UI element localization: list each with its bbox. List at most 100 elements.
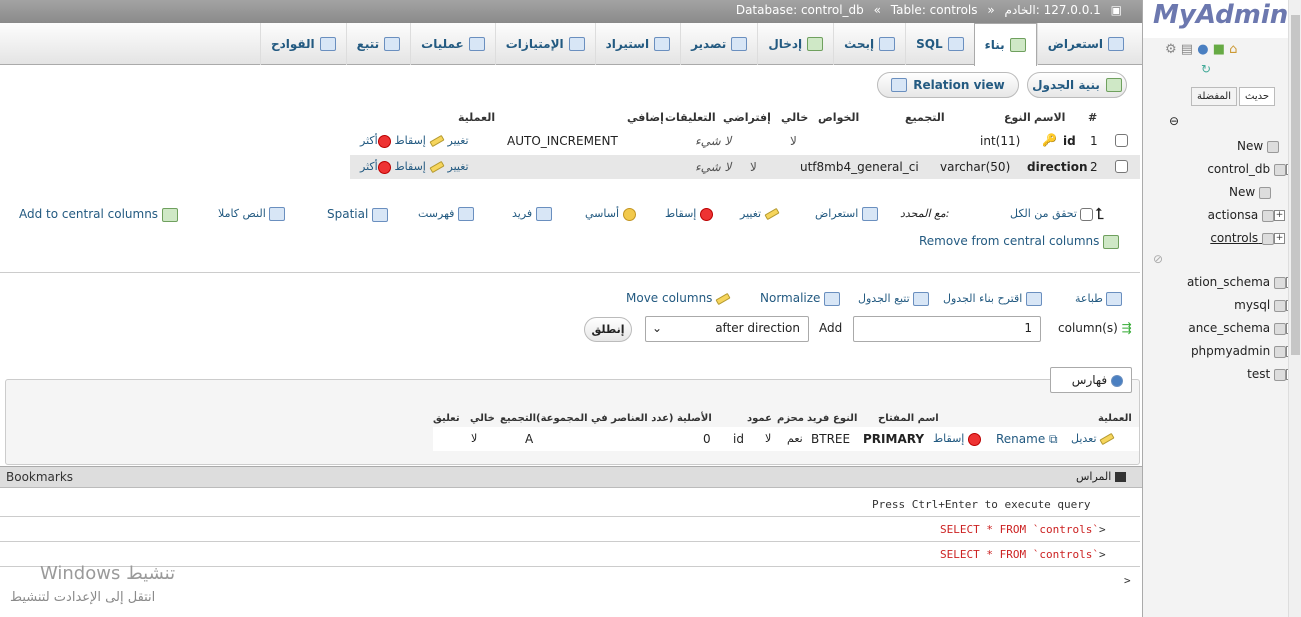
tab-export[interactable]: تصدير <box>680 22 757 65</box>
add-column-icon: ⇶ <box>1121 321 1132 335</box>
column-count-input[interactable]: 1 <box>853 316 1041 342</box>
drop-index-link[interactable]: إسقاط <box>933 427 981 451</box>
arrow-up-left-icon: ⮤ <box>1095 204 1105 223</box>
change-link[interactable]: تغيير <box>429 155 469 179</box>
console-query[interactable]: SELECT * FROM `controls`> <box>940 548 1106 561</box>
bookmarks-tab[interactable]: Bookmarks <box>6 470 73 484</box>
column-name-link[interactable]: direction <box>1027 155 1088 179</box>
console-query[interactable]: SELECT * FROM `controls`> <box>940 523 1106 536</box>
tab-triggers[interactable]: القوادح <box>259 22 346 65</box>
phpmyadmin-logo[interactable]: MyAdmin <box>1153 0 1288 30</box>
move-columns-link[interactable]: Move columns <box>626 291 731 305</box>
edit-index-link[interactable]: تعديل <box>1071 427 1115 451</box>
collapse-all-icon[interactable]: ⊖ <box>1169 114 1179 128</box>
bulk-index-button[interactable]: فهرست <box>418 207 474 221</box>
propose-structure-link[interactable]: اقترح بناء الجدول <box>943 292 1042 306</box>
rename-index-link[interactable]: Rename ⧉ <box>996 427 1058 451</box>
table-row: 1 id 🔑 int(11) لا لا شيء AUTO_INCREMENT … <box>350 129 1140 153</box>
check-all-checkbox[interactable] <box>1080 207 1094 221</box>
track-table-link[interactable]: تتبع الجدول <box>858 292 930 306</box>
table-icon <box>1262 209 1274 222</box>
go-button[interactable]: إنطلق <box>584 317 632 342</box>
central-columns-icon <box>161 207 178 222</box>
tab-privileges[interactable]: الإمتيازات <box>494 22 595 65</box>
col-header-action: العملية <box>458 111 496 124</box>
breadcrumb-table[interactable]: Table: controls <box>891 3 978 17</box>
expand-icon[interactable]: + <box>1274 233 1285 244</box>
tree-item-new[interactable]: New <box>1229 185 1271 199</box>
tree-item-control_db[interactable]: control_db − <box>1207 162 1297 176</box>
breadcrumb-server[interactable]: 127.0.0.1 :الخادم <box>1005 3 1101 17</box>
more-link[interactable]: أكثر <box>360 155 378 179</box>
tree-item-new[interactable]: New <box>1237 139 1279 153</box>
tab-tracking[interactable]: تتبع <box>345 22 411 65</box>
tab-structure[interactable]: بناء <box>973 22 1037 66</box>
settings-icon[interactable]: ⚙ <box>1165 42 1177 57</box>
tab-import[interactable]: استيراد <box>594 22 680 65</box>
unique-icon <box>535 207 552 221</box>
more-link[interactable]: أكثر <box>360 129 378 153</box>
docs-icon[interactable]: ▤ <box>1181 42 1193 57</box>
console-input[interactable]: > <box>1124 574 1131 587</box>
remove-central-columns-button[interactable]: Remove from central columns <box>919 234 1120 249</box>
tab-sql[interactable]: SQL <box>905 22 974 65</box>
home-icon[interactable]: ⌂ <box>1229 42 1237 57</box>
scrollbar-thumb[interactable] <box>1291 15 1300 355</box>
console-toggle[interactable]: المراس <box>1076 470 1126 483</box>
print-link[interactable]: طباعة <box>1075 292 1123 306</box>
console-bar <box>0 466 1142 488</box>
bulk-primary-button[interactable]: أساسي <box>585 207 636 221</box>
pencil-icon <box>429 160 445 174</box>
bulk-unique-button[interactable]: فريد <box>512 207 552 221</box>
bulk-change-button[interactable]: تغيير <box>740 207 780 221</box>
column-name-link[interactable]: id <box>1063 129 1076 153</box>
check-all[interactable]: تحقق من الكل <box>1010 207 1094 221</box>
tab-recent[interactable]: حديث <box>1239 87 1276 106</box>
reload-icon[interactable]: ↻ <box>1201 62 1211 76</box>
bulk-browse-button[interactable]: استعراض <box>815 207 878 221</box>
tab-browse[interactable]: استعراض <box>1036 22 1134 65</box>
tab-operations[interactable]: عمليات <box>410 22 495 65</box>
drop-link[interactable]: إسقاط <box>378 155 426 179</box>
normalize-link[interactable]: Normalize <box>760 291 841 306</box>
breadcrumb-database[interactable]: Database: control_db <box>736 3 864 17</box>
help-icon[interactable]: ● <box>1197 42 1208 57</box>
add-central-columns-button[interactable]: Add to central columns <box>19 207 178 222</box>
bulk-spatial-button[interactable]: Spatial <box>327 207 389 222</box>
privileges-icon <box>568 36 585 51</box>
insert-icon <box>807 36 824 51</box>
row-checkbox[interactable] <box>1115 134 1128 147</box>
col-header-name: الاسم <box>1034 111 1066 124</box>
tab-insert[interactable]: إدخال <box>757 22 833 65</box>
expand-icon[interactable]: + <box>1274 210 1285 221</box>
import-icon <box>654 36 671 51</box>
browse-icon <box>861 207 878 221</box>
nav-icons: ⚙ ▤ ● ■ ⌂ <box>1165 42 1237 57</box>
bulk-fulltext-button[interactable]: النص كاملا <box>218 207 286 221</box>
tree-item-phpmyadmin[interactable]: phpmyadmin + <box>1191 344 1297 358</box>
console-panel: المراس Bookmarks Press Ctrl+Enter to exe… <box>0 466 1142 617</box>
structure-icon <box>1009 37 1026 52</box>
tab-favorites[interactable]: المفضلة <box>1191 87 1238 106</box>
column-position-select[interactable]: ⌄ after direction <box>645 316 809 342</box>
browse-icon <box>1108 36 1124 51</box>
sql-icon[interactable]: ■ <box>1213 42 1225 57</box>
tree-item-performance-schema[interactable]: ance_schema + <box>1188 321 1297 335</box>
tracking-icon <box>384 36 401 51</box>
indexes-legend[interactable]: فهارس <box>1050 367 1132 393</box>
tree-item-actionsa[interactable]: actionsa + <box>1208 208 1285 222</box>
col-header-comments: التعليقات <box>665 111 716 124</box>
drop-link[interactable]: إسقاط <box>378 129 426 153</box>
primary-key-icon: 🔑 <box>1042 133 1057 147</box>
hidden-items-icon[interactable]: ⊘ <box>1153 252 1163 266</box>
table-row: 2 direction varchar(50) utf8mb4_general_… <box>350 155 1140 179</box>
bulk-drop-button[interactable]: إسقاط <box>665 207 713 221</box>
tree-item-information-schema[interactable]: ation_schema + <box>1187 275 1297 289</box>
tab-search[interactable]: إبحث <box>833 22 905 65</box>
change-link[interactable]: تغيير <box>429 129 469 153</box>
tree-item-controls[interactable]: controls + <box>1210 231 1285 245</box>
row-checkbox[interactable] <box>1115 160 1128 173</box>
database-icon <box>1274 299 1286 312</box>
table-structure-button[interactable]: بنية الجدول <box>1027 72 1127 98</box>
relation-view-button[interactable]: Relation view <box>877 72 1019 98</box>
